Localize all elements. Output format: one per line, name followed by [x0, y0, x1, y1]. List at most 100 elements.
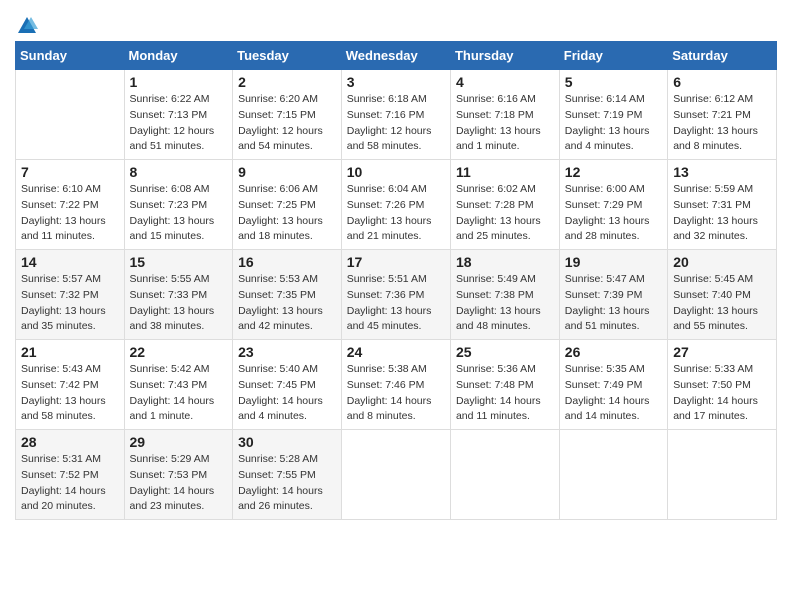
daylight-text: Daylight: 14 hours and 20 minutes. [21, 485, 106, 513]
daylight-text: Daylight: 13 hours and 35 minutes. [21, 305, 106, 333]
day-number: 29 [130, 434, 228, 450]
sunset-text: Sunset: 7:49 PM [565, 379, 643, 391]
sunrise-text: Sunrise: 5:33 AM [673, 363, 753, 375]
daylight-text: Daylight: 13 hours and 15 minutes. [130, 215, 215, 243]
logo-icon [16, 15, 38, 37]
calendar-cell: 30 Sunrise: 5:28 AM Sunset: 7:55 PM Dayl… [233, 430, 342, 520]
day-number: 1 [130, 74, 228, 90]
sunrise-text: Sunrise: 6:06 AM [238, 183, 318, 195]
sunset-text: Sunset: 7:38 PM [456, 289, 534, 301]
calendar-cell: 16 Sunrise: 5:53 AM Sunset: 7:35 PM Dayl… [233, 250, 342, 340]
sunset-text: Sunset: 7:46 PM [347, 379, 425, 391]
sunrise-text: Sunrise: 5:43 AM [21, 363, 101, 375]
calendar-cell: 8 Sunrise: 6:08 AM Sunset: 7:23 PM Dayli… [124, 160, 233, 250]
calendar-cell: 20 Sunrise: 5:45 AM Sunset: 7:40 PM Dayl… [668, 250, 777, 340]
sunrise-text: Sunrise: 6:14 AM [565, 93, 645, 105]
sunset-text: Sunset: 7:23 PM [130, 199, 208, 211]
day-info: Sunrise: 6:18 AM Sunset: 7:16 PM Dayligh… [347, 92, 445, 155]
daylight-text: Daylight: 13 hours and 28 minutes. [565, 215, 650, 243]
sunrise-text: Sunrise: 5:45 AM [673, 273, 753, 285]
calendar-cell: 7 Sunrise: 6:10 AM Sunset: 7:22 PM Dayli… [16, 160, 125, 250]
calendar-cell: 3 Sunrise: 6:18 AM Sunset: 7:16 PM Dayli… [341, 70, 450, 160]
day-info: Sunrise: 6:12 AM Sunset: 7:21 PM Dayligh… [673, 92, 771, 155]
day-number: 3 [347, 74, 445, 90]
day-info: Sunrise: 5:36 AM Sunset: 7:48 PM Dayligh… [456, 362, 554, 425]
day-number: 14 [21, 254, 119, 270]
sunset-text: Sunset: 7:16 PM [347, 109, 425, 121]
sunset-text: Sunset: 7:48 PM [456, 379, 534, 391]
daylight-text: Daylight: 13 hours and 11 minutes. [21, 215, 106, 243]
day-info: Sunrise: 5:59 AM Sunset: 7:31 PM Dayligh… [673, 182, 771, 245]
day-info: Sunrise: 6:20 AM Sunset: 7:15 PM Dayligh… [238, 92, 336, 155]
sunrise-text: Sunrise: 5:35 AM [565, 363, 645, 375]
sunset-text: Sunset: 7:18 PM [456, 109, 534, 121]
day-number: 23 [238, 344, 336, 360]
day-number: 7 [21, 164, 119, 180]
sunrise-text: Sunrise: 6:02 AM [456, 183, 536, 195]
day-number: 9 [238, 164, 336, 180]
sunset-text: Sunset: 7:42 PM [21, 379, 99, 391]
day-info: Sunrise: 6:10 AM Sunset: 7:22 PM Dayligh… [21, 182, 119, 245]
calendar-cell: 9 Sunrise: 6:06 AM Sunset: 7:25 PM Dayli… [233, 160, 342, 250]
daylight-text: Daylight: 13 hours and 32 minutes. [673, 215, 758, 243]
day-number: 26 [565, 344, 662, 360]
daylight-text: Daylight: 13 hours and 21 minutes. [347, 215, 432, 243]
calendar-cell: 1 Sunrise: 6:22 AM Sunset: 7:13 PM Dayli… [124, 70, 233, 160]
day-info: Sunrise: 5:31 AM Sunset: 7:52 PM Dayligh… [21, 452, 119, 515]
calendar-cell: 5 Sunrise: 6:14 AM Sunset: 7:19 PM Dayli… [559, 70, 667, 160]
day-number: 28 [21, 434, 119, 450]
daylight-text: Daylight: 14 hours and 26 minutes. [238, 485, 323, 513]
calendar-week-row: 28 Sunrise: 5:31 AM Sunset: 7:52 PM Dayl… [16, 430, 777, 520]
calendar-header-row: SundayMondayTuesdayWednesdayThursdayFrid… [16, 42, 777, 70]
sunrise-text: Sunrise: 6:20 AM [238, 93, 318, 105]
sunset-text: Sunset: 7:29 PM [565, 199, 643, 211]
calendar-cell: 25 Sunrise: 5:36 AM Sunset: 7:48 PM Dayl… [450, 340, 559, 430]
day-info: Sunrise: 5:29 AM Sunset: 7:53 PM Dayligh… [130, 452, 228, 515]
daylight-text: Daylight: 14 hours and 14 minutes. [565, 395, 650, 423]
day-number: 20 [673, 254, 771, 270]
calendar-cell: 4 Sunrise: 6:16 AM Sunset: 7:18 PM Dayli… [450, 70, 559, 160]
daylight-text: Daylight: 13 hours and 58 minutes. [21, 395, 106, 423]
sunset-text: Sunset: 7:15 PM [238, 109, 316, 121]
day-info: Sunrise: 6:00 AM Sunset: 7:29 PM Dayligh… [565, 182, 662, 245]
day-info: Sunrise: 5:35 AM Sunset: 7:49 PM Dayligh… [565, 362, 662, 425]
weekday-header-friday: Friday [559, 42, 667, 70]
daylight-text: Daylight: 13 hours and 25 minutes. [456, 215, 541, 243]
calendar-cell: 14 Sunrise: 5:57 AM Sunset: 7:32 PM Dayl… [16, 250, 125, 340]
day-info: Sunrise: 5:40 AM Sunset: 7:45 PM Dayligh… [238, 362, 336, 425]
calendar-cell [341, 430, 450, 520]
page-header [15, 15, 777, 33]
daylight-text: Daylight: 14 hours and 1 minute. [130, 395, 215, 423]
day-info: Sunrise: 6:02 AM Sunset: 7:28 PM Dayligh… [456, 182, 554, 245]
daylight-text: Daylight: 13 hours and 38 minutes. [130, 305, 215, 333]
day-info: Sunrise: 6:16 AM Sunset: 7:18 PM Dayligh… [456, 92, 554, 155]
weekday-header-monday: Monday [124, 42, 233, 70]
sunset-text: Sunset: 7:50 PM [673, 379, 751, 391]
calendar-cell: 21 Sunrise: 5:43 AM Sunset: 7:42 PM Dayl… [16, 340, 125, 430]
day-info: Sunrise: 5:45 AM Sunset: 7:40 PM Dayligh… [673, 272, 771, 335]
weekday-header-thursday: Thursday [450, 42, 559, 70]
daylight-text: Daylight: 13 hours and 55 minutes. [673, 305, 758, 333]
calendar-cell: 22 Sunrise: 5:42 AM Sunset: 7:43 PM Dayl… [124, 340, 233, 430]
calendar-week-row: 21 Sunrise: 5:43 AM Sunset: 7:42 PM Dayl… [16, 340, 777, 430]
sunrise-text: Sunrise: 5:51 AM [347, 273, 427, 285]
day-number: 18 [456, 254, 554, 270]
calendar-cell [668, 430, 777, 520]
calendar-cell: 19 Sunrise: 5:47 AM Sunset: 7:39 PM Dayl… [559, 250, 667, 340]
day-number: 6 [673, 74, 771, 90]
sunrise-text: Sunrise: 5:47 AM [565, 273, 645, 285]
day-number: 4 [456, 74, 554, 90]
calendar-cell: 11 Sunrise: 6:02 AM Sunset: 7:28 PM Dayl… [450, 160, 559, 250]
daylight-text: Daylight: 14 hours and 8 minutes. [347, 395, 432, 423]
sunset-text: Sunset: 7:28 PM [456, 199, 534, 211]
day-number: 13 [673, 164, 771, 180]
sunrise-text: Sunrise: 5:59 AM [673, 183, 753, 195]
daylight-text: Daylight: 13 hours and 51 minutes. [565, 305, 650, 333]
daylight-text: Daylight: 13 hours and 48 minutes. [456, 305, 541, 333]
sunrise-text: Sunrise: 5:42 AM [130, 363, 210, 375]
sunset-text: Sunset: 7:55 PM [238, 469, 316, 481]
calendar-cell: 2 Sunrise: 6:20 AM Sunset: 7:15 PM Dayli… [233, 70, 342, 160]
calendar-cell: 13 Sunrise: 5:59 AM Sunset: 7:31 PM Dayl… [668, 160, 777, 250]
day-info: Sunrise: 5:49 AM Sunset: 7:38 PM Dayligh… [456, 272, 554, 335]
sunset-text: Sunset: 7:33 PM [130, 289, 208, 301]
